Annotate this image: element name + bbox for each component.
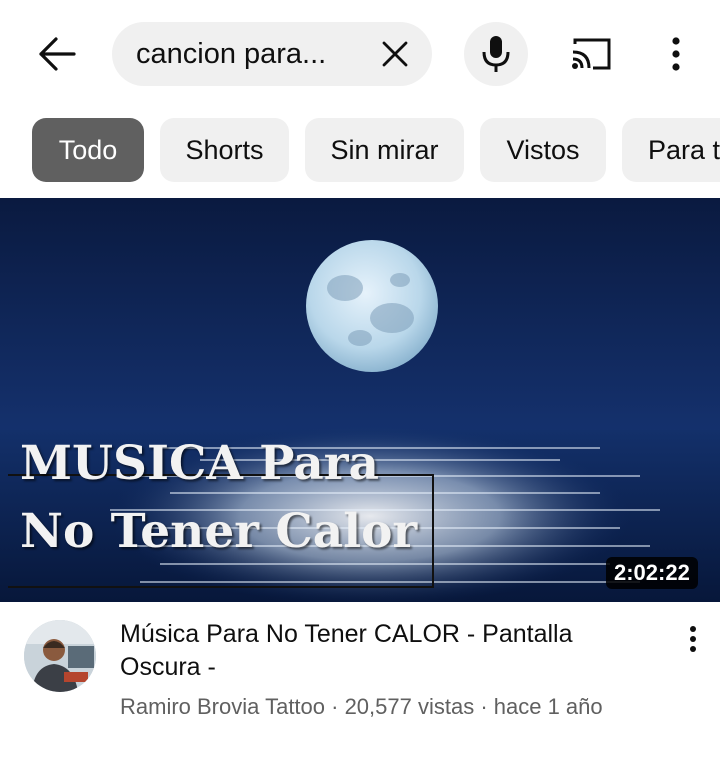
search-query[interactable]: cancion para... xyxy=(136,22,356,86)
chip-shorts[interactable]: Shorts xyxy=(160,118,289,182)
voice-search-button[interactable] xyxy=(464,22,528,86)
chip-sin-mirar[interactable]: Sin mirar xyxy=(305,118,464,182)
chip-para-ti[interactable]: Para t xyxy=(622,118,720,182)
more-options-button[interactable] xyxy=(656,30,696,78)
chip-vistos[interactable]: Vistos xyxy=(480,118,606,182)
more-vertical-icon xyxy=(672,37,680,71)
microphone-icon xyxy=(482,36,510,72)
cast-icon xyxy=(572,38,611,70)
filter-chips: Todo Shorts Sin mirar Vistos Para t xyxy=(0,118,720,182)
back-button[interactable] xyxy=(32,32,80,76)
video-thumbnail[interactable]: MUSICA Para No Tener Calor xyxy=(0,198,720,602)
more-vertical-icon xyxy=(690,626,696,652)
top-app-bar: cancion para... xyxy=(0,0,720,108)
thumbnail-text-line-2: No Tener Calor xyxy=(20,504,418,559)
close-icon xyxy=(382,41,408,67)
thumbnail-text-line-1: MUSICA Para xyxy=(20,436,379,491)
arrow-left-icon xyxy=(39,37,76,71)
search-box[interactable]: cancion para... xyxy=(112,22,432,86)
chip-todo[interactable]: Todo xyxy=(32,118,144,182)
cast-button[interactable] xyxy=(566,34,616,74)
channel-avatar-image xyxy=(24,620,96,692)
video-options-button[interactable] xyxy=(678,622,708,656)
video-channel-stats[interactable]: Ramiro Brovia Tattoo · 20,577 vistas · h… xyxy=(120,692,603,722)
video-meta: Música Para No Tener CALOR - Pantalla Os… xyxy=(0,602,720,764)
clear-search-button[interactable] xyxy=(374,34,416,74)
video-title[interactable]: Música Para No Tener CALOR - Pantalla Os… xyxy=(120,618,640,684)
channel-avatar[interactable] xyxy=(24,620,96,692)
video-duration-badge: 2:02:22 xyxy=(606,557,698,589)
